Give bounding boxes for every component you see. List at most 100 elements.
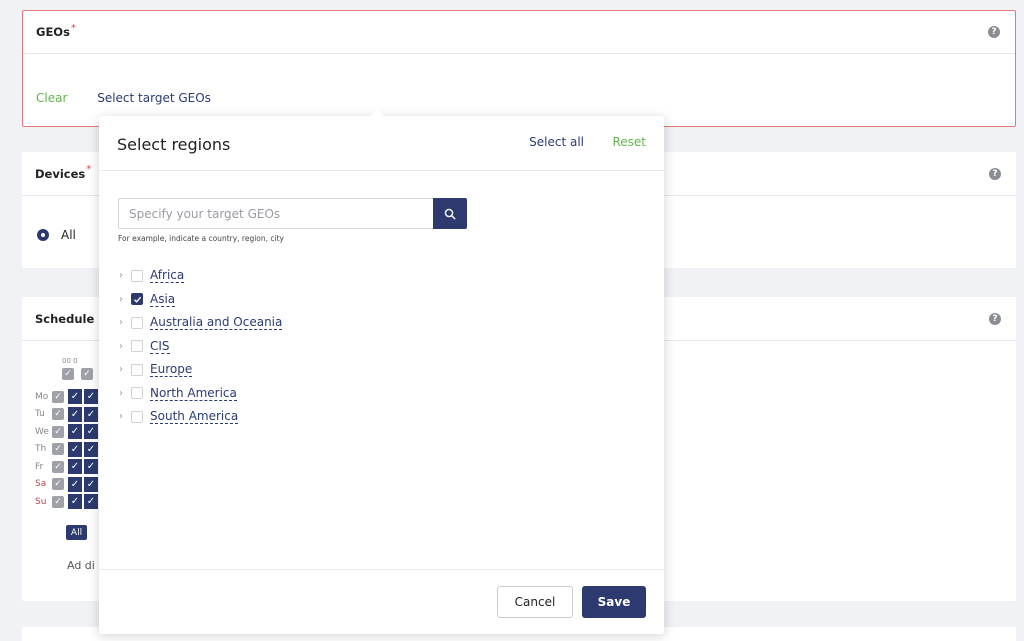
day-label: We — [35, 426, 49, 437]
hour-cell[interactable]: ✓ — [84, 389, 98, 405]
search-button[interactable] — [433, 198, 467, 229]
day-row: We ✓ ✓ ✓ — [35, 423, 100, 441]
chevron-right-icon[interactable]: › — [119, 317, 131, 328]
help-icon[interactable]: ? — [988, 26, 1000, 38]
geo-search-input[interactable] — [118, 198, 433, 229]
region-checkbox[interactable] — [131, 316, 143, 329]
region-item-cis: › CIS — [119, 335, 282, 359]
hour-cell[interactable]: ✓ — [68, 441, 82, 457]
popup-header: Select regions Select all Reset — [99, 116, 664, 171]
region-checkbox[interactable] — [131, 410, 143, 423]
hour-cell[interactable]: ✓ — [68, 459, 82, 475]
region-checkbox[interactable] — [131, 293, 143, 306]
chevron-right-icon[interactable]: › — [119, 364, 131, 375]
schedule-grid: Mo ✓ ✓ ✓ Tu ✓ ✓ ✓ We ✓ ✓ ✓ Th ✓ ✓ ✓ Fr ✓ ✓ ✓ Sa ✓ ✓ ✓ Su ✓ ✓… — [35, 388, 100, 511]
region-name[interactable]: Africa — [150, 268, 185, 284]
hour-column-checkbox[interactable]: ✓ — [81, 368, 93, 380]
region-name[interactable]: South America — [150, 409, 239, 425]
schedule-title: Schedule — [35, 311, 95, 326]
search-hint: For example, indicate a country, region,… — [118, 234, 284, 243]
ad-display-text: Ad di — [67, 559, 95, 572]
region-checkbox[interactable] — [131, 387, 143, 400]
region-item-africa: › Africa — [119, 264, 282, 288]
region-item-south-america: › South America — [119, 405, 282, 429]
required-mark: * — [86, 164, 92, 175]
help-icon[interactable]: ? — [989, 167, 1001, 180]
select-regions-popup: Select regions Select all Reset For exam… — [99, 108, 664, 634]
region-name[interactable]: North America — [150, 386, 237, 401]
hour-column-toggles: ✓ ✓ — [62, 368, 97, 380]
chevron-right-icon[interactable]: › — [119, 341, 131, 352]
geos-actions: Clear Select target GEOs — [36, 91, 211, 105]
popup-title: Select regions — [117, 135, 231, 154]
hour-cell[interactable]: ✓ — [84, 406, 98, 422]
search-icon — [444, 208, 456, 220]
day-label: Fr — [35, 461, 44, 472]
day-label: Tu — [35, 409, 45, 420]
region-item-north-america: › North America — [119, 382, 282, 406]
region-item-australia-oceania: › Australia and Oceania — [119, 311, 283, 335]
day-checkbox[interactable]: ✓ — [52, 478, 64, 491]
chevron-right-icon[interactable]: › — [119, 388, 131, 399]
required-mark: * — [70, 22, 76, 34]
hour-cell[interactable]: ✓ — [68, 389, 82, 405]
hour-cell[interactable]: ✓ — [84, 459, 98, 475]
day-label: Th — [35, 444, 47, 455]
devices-all-radio[interactable]: All — [37, 228, 76, 242]
chevron-right-icon[interactable]: › — [119, 411, 131, 422]
schedule-all-button[interactable]: All — [66, 525, 87, 540]
day-row: Tu ✓ ✓ ✓ — [35, 406, 100, 424]
chevron-right-icon[interactable]: › — [119, 270, 131, 281]
region-name[interactable]: CIS — [150, 339, 170, 354]
geo-search — [118, 198, 467, 229]
chevron-right-icon[interactable]: › — [119, 294, 131, 305]
hour-cell[interactable]: ✓ — [68, 424, 82, 440]
day-row: Th ✓ ✓ ✓ — [35, 441, 100, 459]
popup-footer: Cancel Save — [99, 569, 664, 634]
hour-cell[interactable]: ✓ — [84, 441, 98, 457]
day-row: Su ✓ ✓ ✓ — [35, 493, 100, 511]
region-checkbox[interactable] — [131, 269, 143, 282]
reset-link[interactable]: Reset — [612, 135, 646, 149]
hour-cell[interactable]: ✓ — [68, 494, 82, 510]
region-name[interactable]: Australia and Oceania — [150, 315, 283, 331]
day-checkbox[interactable]: ✓ — [52, 390, 64, 403]
cancel-button[interactable]: Cancel — [497, 586, 573, 618]
select-target-geos-link[interactable]: Select target GEOs — [97, 91, 211, 105]
day-row: Sa ✓ ✓ ✓ — [35, 476, 100, 494]
hours-label: 00 0 — [62, 357, 78, 365]
hour-cell[interactable]: ✓ — [84, 424, 98, 440]
day-row: Mo ✓ ✓ ✓ — [35, 388, 100, 406]
select-all-link[interactable]: Select all — [529, 135, 584, 149]
hour-column-checkbox[interactable]: ✓ — [62, 368, 74, 380]
region-name[interactable]: Asia — [150, 292, 176, 307]
radio-label: All — [61, 228, 76, 242]
day-checkbox[interactable]: ✓ — [52, 425, 64, 438]
day-row: Fr ✓ ✓ ✓ — [35, 458, 100, 476]
hour-cell[interactable]: ✓ — [68, 406, 82, 422]
geos-card: GEOs * ? Clear Select target GEOs — [22, 10, 1016, 127]
help-icon[interactable]: ? — [989, 312, 1001, 325]
hour-cell[interactable]: ✓ — [68, 476, 82, 492]
day-checkbox[interactable]: ✓ — [52, 408, 64, 421]
region-name[interactable]: Europe — [150, 362, 193, 378]
region-checkbox[interactable] — [131, 363, 143, 376]
day-checkbox[interactable]: ✓ — [52, 495, 64, 508]
clear-link[interactable]: Clear — [36, 91, 67, 105]
day-label: Sa — [35, 479, 47, 490]
hour-cell[interactable]: ✓ — [84, 494, 98, 510]
day-checkbox[interactable]: ✓ — [52, 443, 64, 456]
day-checkbox[interactable]: ✓ — [52, 460, 64, 473]
region-list: › Africa › Asia › Australia and Oceania … — [119, 264, 283, 429]
day-label: Mo — [35, 391, 49, 402]
devices-title: Devices — [35, 166, 86, 181]
hour-cell[interactable]: ✓ — [84, 476, 98, 492]
geos-title: GEOs — [36, 25, 70, 39]
save-button[interactable]: Save — [582, 586, 646, 618]
geos-header: GEOs * ? — [23, 11, 1015, 54]
checkmark-icon — [133, 296, 141, 303]
region-checkbox[interactable] — [131, 340, 143, 353]
region-item-europe: › Europe — [119, 358, 282, 382]
region-item-asia: › Asia — [119, 288, 282, 312]
day-label: Su — [35, 496, 47, 507]
